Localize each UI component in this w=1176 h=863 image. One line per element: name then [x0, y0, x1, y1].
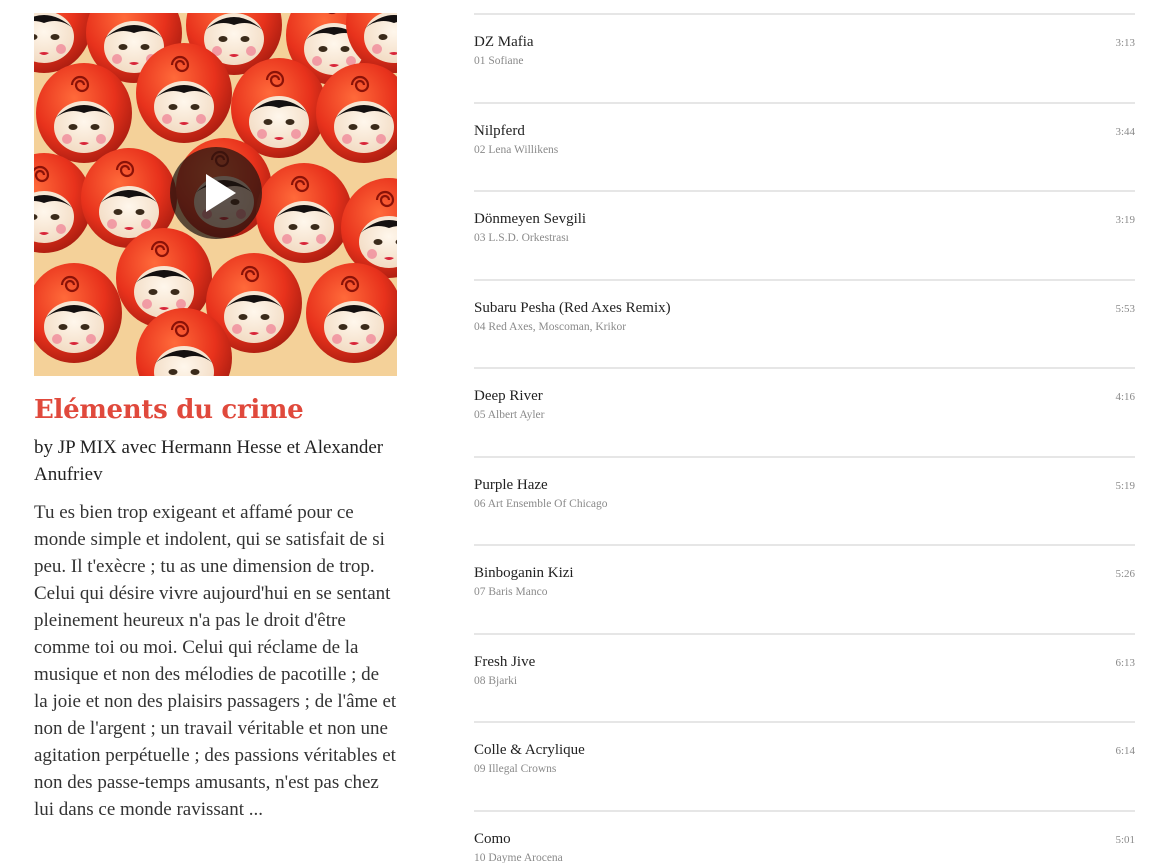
track-duration: 5:01	[1115, 833, 1135, 846]
track-title: Fresh Jive	[474, 653, 536, 670]
track-title: Binboganin Kizi	[474, 565, 574, 581]
track-row[interactable]: DZ Mafia 01 Sofiane 3:13	[474, 13, 1135, 102]
track-duration: 3:19	[1115, 214, 1135, 226]
mix-page: Eléments du crime by JP MIX avec Hermann…	[0, 0, 1176, 863]
tracklist: DZ Mafia 01 Sofiane 3:13 Nilpferd 02 Len…	[474, 13, 1135, 863]
track-artist: 05 Albert Ayler	[474, 409, 545, 421]
play-icon	[206, 174, 236, 212]
track-duration: 6:13	[1115, 656, 1135, 669]
mix-title: Eléments du crime	[34, 395, 304, 425]
track-duration: 5:19	[1115, 479, 1135, 492]
track-row[interactable]: Deep River 05 Albert Ayler 4:16	[474, 367, 1135, 456]
track-row[interactable]: Dönmeyen Sevgili 03 L.S.D. Orkestrası 3:…	[474, 190, 1135, 279]
track-artist: 01 Sofiane	[474, 55, 524, 67]
track-artist: 06 Art Ensemble Of Chicago	[474, 497, 608, 510]
track-artist: 09 Illegal Crowns	[474, 763, 557, 775]
track-duration: 4:16	[1115, 391, 1135, 403]
track-row[interactable]: Nilpferd 02 Lena Willikens 3:44	[474, 101, 1135, 191]
play-button[interactable]	[170, 147, 262, 239]
track-title: Colle & Acrylique	[474, 742, 585, 758]
mix-description: Tu es bien trop exigeant et affamé pour …	[34, 502, 397, 820]
track-duration: 5:26	[1115, 568, 1135, 580]
track-title: Como	[474, 830, 511, 847]
track-row[interactable]: Subaru Pesha (Red Axes Remix) 04 Red Axe…	[474, 278, 1135, 368]
track-duration: 6:14	[1115, 745, 1135, 757]
track-title: Dönmeyen Sevgili	[474, 211, 587, 227]
track-title: Subaru Pesha (Red Axes Remix)	[474, 299, 671, 316]
track-row[interactable]: Purple Haze 06 Art Ensemble Of Chicago 5…	[474, 455, 1135, 545]
track-artist: 03 L.S.D. Orkestrası	[474, 232, 569, 244]
track-artist: 08 Bjarki	[474, 674, 518, 687]
track-duration: 3:13	[1115, 37, 1135, 49]
track-title: Purple Haze	[474, 476, 548, 493]
mix-info-column: Eléments du crime by JP MIX avec Hermann…	[34, 13, 397, 823]
mix-byline: by JP MIX avec Hermann Hesse et Alexande…	[34, 437, 384, 485]
track-duration: 5:53	[1115, 302, 1135, 315]
track-artist: 04 Red Axes, Moscoman, Krikor	[474, 320, 627, 333]
cover-art[interactable]	[34, 13, 397, 376]
track-duration: 3:44	[1115, 125, 1135, 138]
track-artist: 10 Dayme Arocena	[474, 851, 563, 863]
track-title: DZ Mafia	[474, 34, 534, 50]
track-title: Nilpferd	[474, 122, 525, 139]
track-row[interactable]: Fresh Jive 08 Bjarki 6:13	[474, 632, 1135, 722]
track-row[interactable]: Como 10 Dayme Arocena 5:01	[474, 809, 1135, 863]
track-title: Deep River	[474, 388, 543, 404]
track-artist: 02 Lena Willikens	[474, 143, 559, 156]
track-row[interactable]: Binboganin Kizi 07 Baris Manco 5:26	[474, 544, 1135, 633]
track-row[interactable]: Colle & Acrylique 09 Illegal Crowns 6:14	[474, 721, 1135, 810]
track-artist: 07 Baris Manco	[474, 586, 548, 598]
